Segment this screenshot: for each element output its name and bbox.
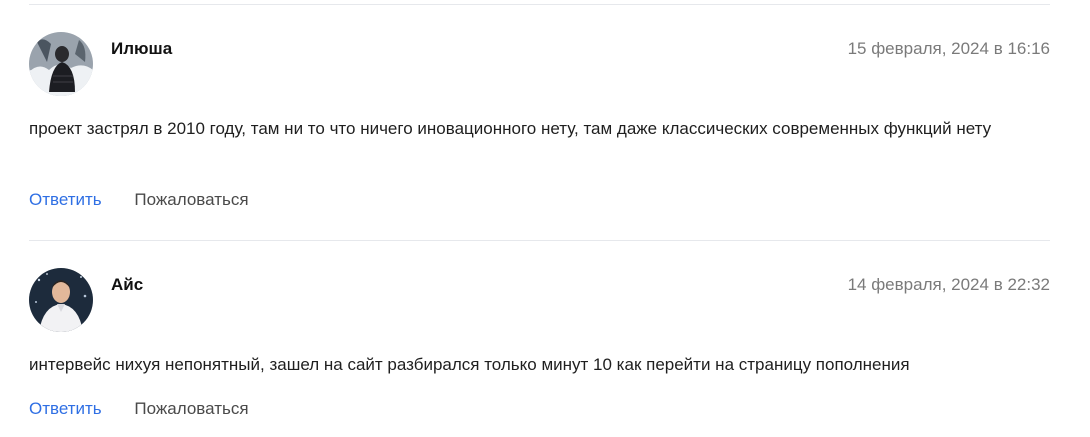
reply-button[interactable]: Ответить bbox=[29, 399, 102, 418]
comment-actions: Ответить Пожаловаться bbox=[29, 399, 249, 419]
comment-divider bbox=[29, 240, 1050, 241]
avatar[interactable] bbox=[29, 268, 93, 332]
comment-text: проект застрял в 2010 году, там ни то чт… bbox=[29, 119, 992, 138]
report-button[interactable]: Пожаловаться bbox=[134, 190, 248, 209]
report-button[interactable]: Пожаловаться bbox=[134, 399, 248, 418]
comment-divider bbox=[29, 4, 1050, 5]
comment-author: Айс bbox=[111, 275, 144, 294]
user-photo-icon bbox=[29, 32, 93, 96]
comment-item: Айс 14 февраля, 2024 в 22:32 интервейс н… bbox=[29, 268, 1050, 428]
comment-item: Илюша 15 февраля, 2024 в 16:16 проект за… bbox=[29, 32, 1050, 222]
user-photo-icon bbox=[29, 268, 93, 332]
comment-author: Илюша bbox=[111, 39, 173, 58]
comment-text: интервейс нихуя непонятный, зашел на сай… bbox=[29, 355, 910, 374]
comment-date: 14 февраля, 2024 в 22:32 bbox=[847, 275, 1050, 294]
comment-date: 15 февраля, 2024 в 16:16 bbox=[847, 39, 1050, 58]
comment-actions: Ответить Пожаловаться bbox=[29, 190, 249, 210]
reply-button[interactable]: Ответить bbox=[29, 190, 102, 209]
avatar[interactable] bbox=[29, 32, 93, 96]
